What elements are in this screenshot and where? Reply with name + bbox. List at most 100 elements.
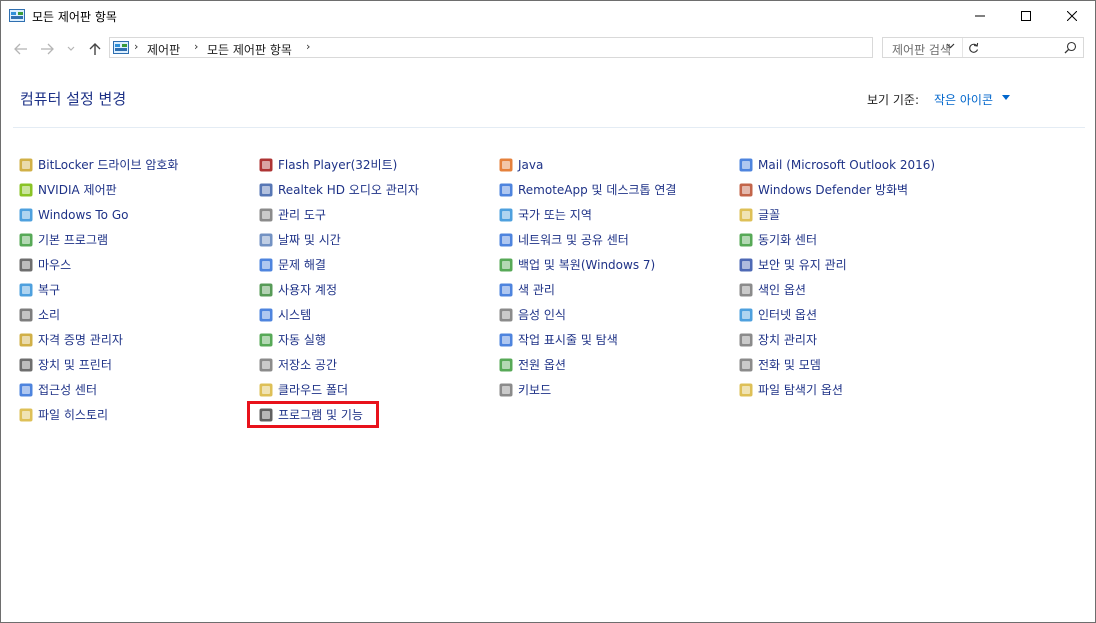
control-panel-item[interactable]: 인터넷 옵션 — [738, 302, 970, 327]
control-panel-item[interactable]: 키보드 — [498, 377, 730, 402]
internet-options-icon — [738, 307, 754, 323]
control-panel-item[interactable]: 동기화 센터 — [738, 227, 970, 252]
control-panel-item[interactable]: 작업 표시줄 및 탐색 — [498, 327, 730, 352]
control-panel-item-label: NVIDIA 제어판 — [38, 183, 117, 197]
control-panel-item[interactable]: 자격 증명 관리자 — [18, 327, 250, 352]
mouse-icon — [18, 257, 34, 273]
control-panel-item[interactable]: Windows To Go — [18, 202, 250, 227]
control-panel-item[interactable]: 사용자 계정 — [258, 277, 490, 302]
control-panel-item[interactable]: 접근성 센터 — [18, 377, 250, 402]
view-by-dropdown[interactable]: 작은 아이콘 — [934, 91, 993, 108]
up-arrow-icon — [89, 43, 101, 55]
control-panel-item-label: 날짜 및 시간 — [278, 233, 341, 247]
address-bar[interactable]: › 제어판 › 모든 제어판 항목 › — [109, 37, 978, 58]
keyboard-icon — [498, 382, 514, 398]
control-panel-item-label: 관리 도구 — [278, 208, 326, 222]
control-panel-item[interactable]: 마우스 — [18, 252, 250, 277]
control-panel-item[interactable]: BitLocker 드라이브 암호화 — [18, 152, 250, 177]
page-title: 컴퓨터 설정 변경 — [20, 90, 127, 108]
network-sharing-icon — [498, 232, 514, 248]
control-panel-item[interactable]: Realtek HD 오디오 관리자 — [258, 177, 490, 202]
control-panel-item[interactable]: 복구 — [18, 277, 250, 302]
control-panel-item-label: BitLocker 드라이브 암호화 — [38, 158, 179, 172]
control-panel-item[interactable]: 전화 및 모뎀 — [738, 352, 970, 377]
credential-manager-icon — [18, 332, 34, 348]
security-maintenance-icon — [738, 257, 754, 273]
control-panel-item[interactable]: 저장소 공간 — [258, 352, 490, 377]
up-button[interactable] — [85, 39, 105, 59]
control-panel-item-label: 국가 또는 지역 — [518, 208, 592, 222]
control-panel-item[interactable]: 글꼴 — [738, 202, 970, 227]
control-panel-window: 모든 제어판 항목 › 제어판 › 모든 제어판 항목 › 제어판 검색 컴퓨터… — [0, 0, 1096, 623]
control-panel-item[interactable]: Flash Player(32비트) — [258, 152, 490, 177]
fonts-icon — [738, 207, 754, 223]
file-explorer-options-icon — [738, 382, 754, 398]
control-panel-item[interactable]: 시스템 — [258, 302, 490, 327]
control-panel-item[interactable]: 파일 탐색기 옵션 — [738, 377, 970, 402]
control-panel-item-label: 접근성 센터 — [38, 383, 98, 397]
control-panel-item-label: 전원 옵션 — [518, 358, 566, 372]
control-panel-item-label: 클라우드 폴더 — [278, 383, 349, 397]
control-panel-item-label: 네트워크 및 공유 센터 — [518, 233, 629, 247]
control-panel-item[interactable]: 색 관리 — [498, 277, 730, 302]
search-input[interactable]: 제어판 검색 — [882, 37, 1084, 58]
maximize-icon — [1021, 11, 1031, 21]
maximize-button[interactable] — [1003, 1, 1049, 31]
control-panel-item-label: 글꼴 — [758, 208, 781, 222]
chevron-right-icon[interactable]: › — [134, 40, 138, 53]
view-by-label: 보기 기준: — [867, 93, 920, 107]
chevron-right-icon[interactable]: › — [306, 40, 310, 53]
control-panel-item[interactable]: 장치 관리자 — [738, 327, 970, 352]
bitlocker-icon — [18, 157, 34, 173]
control-panel-item[interactable]: 문제 해결 — [258, 252, 490, 277]
breadcrumb-all-items[interactable]: 모든 제어판 항목 — [207, 41, 292, 58]
speech-recognition-icon — [498, 307, 514, 323]
control-panel-item[interactable]: 클라우드 폴더 — [258, 377, 490, 402]
recent-locations-button[interactable] — [61, 39, 81, 59]
cloud-folder-icon — [258, 382, 274, 398]
recovery-icon — [18, 282, 34, 298]
control-panel-item-label: Java — [518, 157, 544, 172]
control-panel-item[interactable]: 전원 옵션 — [498, 352, 730, 377]
control-panel-item[interactable]: 관리 도구 — [258, 202, 490, 227]
control-panel-item-label: 장치 및 프린터 — [38, 358, 112, 372]
control-panel-item[interactable]: 자동 실행 — [258, 327, 490, 352]
control-panel-item[interactable]: RemoteApp 및 데스크톱 연결 — [498, 177, 730, 202]
control-panel-item[interactable]: 장치 및 프린터 — [18, 352, 250, 377]
control-panel-icon — [9, 9, 25, 22]
breadcrumb-control-panel[interactable]: 제어판 — [147, 41, 180, 58]
control-panel-item-label: 복구 — [38, 283, 61, 297]
control-panel-item[interactable]: Mail (Microsoft Outlook 2016) — [738, 152, 970, 177]
control-panel-item[interactable]: 기본 프로그램 — [18, 227, 250, 252]
control-panel-item-label: 장치 관리자 — [758, 333, 818, 347]
phone-modem-icon — [738, 357, 754, 373]
search-placeholder: 제어판 검색 — [892, 43, 952, 57]
control-panel-item[interactable]: Windows Defender 방화벽 — [738, 177, 970, 202]
search-icon — [1064, 41, 1077, 54]
control-panel-item[interactable]: 색인 옵션 — [738, 277, 970, 302]
close-button[interactable] — [1049, 1, 1095, 31]
ease-of-access-icon — [18, 382, 34, 398]
control-panel-item[interactable]: 백업 및 복원(Windows 7) — [498, 252, 730, 277]
control-panel-item[interactable]: 소리 — [18, 302, 250, 327]
control-panel-item-label: 소리 — [38, 308, 61, 322]
autoplay-icon — [258, 332, 274, 348]
control-panel-item-label: 색 관리 — [518, 283, 555, 297]
control-panel-item-label: 색인 옵션 — [758, 283, 806, 297]
control-panel-item[interactable]: 국가 또는 지역 — [498, 202, 730, 227]
control-panel-item[interactable]: 파일 히스토리 — [18, 402, 250, 427]
control-panel-item[interactable]: NVIDIA 제어판 — [18, 177, 250, 202]
control-panel-item[interactable]: 날짜 및 시간 — [258, 227, 490, 252]
control-panel-item[interactable]: 네트워크 및 공유 센터 — [498, 227, 730, 252]
control-panel-item[interactable]: 보안 및 유지 관리 — [738, 252, 970, 277]
minimize-button[interactable] — [957, 1, 1003, 31]
back-button[interactable] — [11, 39, 31, 59]
control-panel-item-label: 작업 표시줄 및 탐색 — [518, 333, 618, 347]
navigation-bar: › 제어판 › 모든 제어판 항목 › 제어판 검색 — [1, 35, 1095, 63]
sync-center-icon — [738, 232, 754, 248]
forward-button[interactable] — [37, 39, 57, 59]
caret-down-icon[interactable] — [1002, 95, 1010, 100]
control-panel-item[interactable]: Java — [498, 152, 730, 177]
control-panel-item[interactable]: 음성 인식 — [498, 302, 730, 327]
chevron-right-icon[interactable]: › — [194, 40, 198, 53]
